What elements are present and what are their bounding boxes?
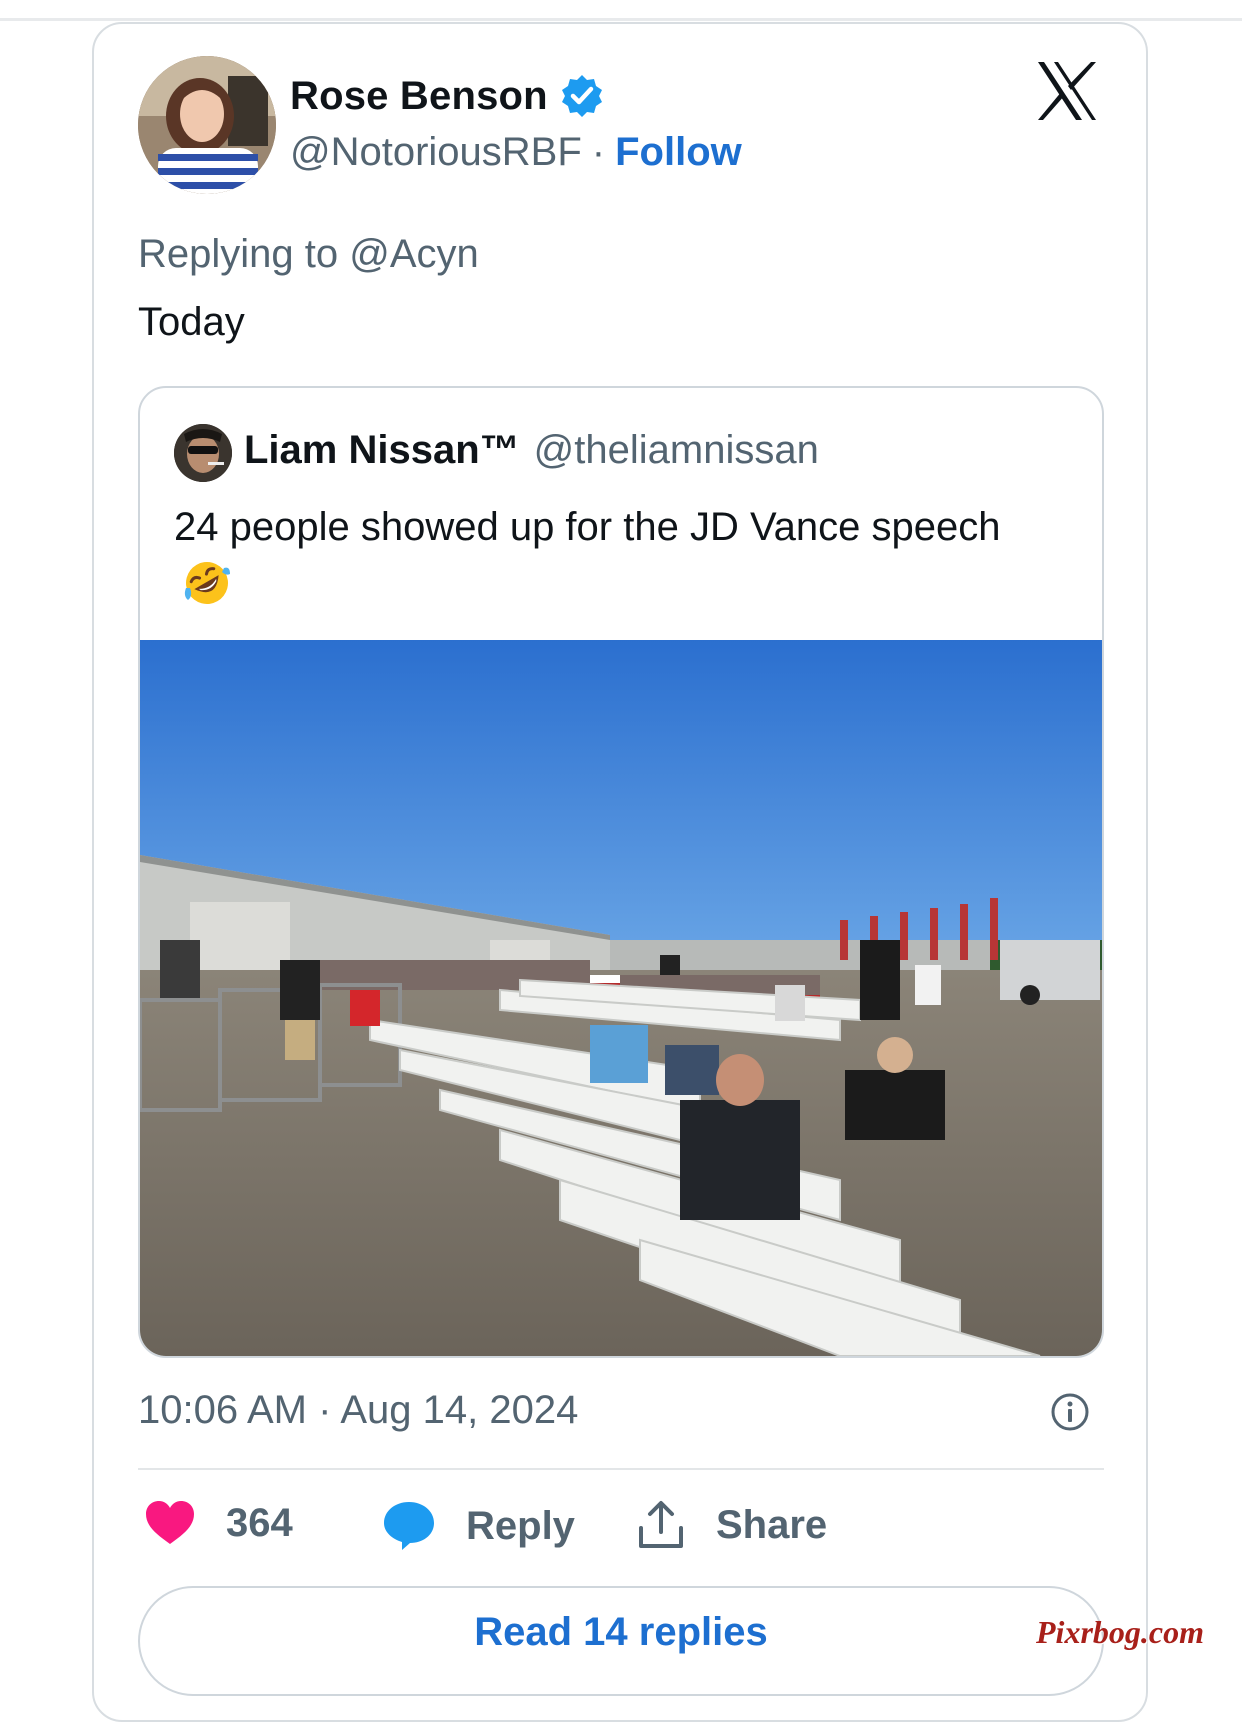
actions-divider <box>138 1468 1104 1470</box>
share-button[interactable]: Share <box>636 1500 827 1550</box>
tweet-text: Today <box>138 300 245 344</box>
author-avatar[interactable] <box>138 56 276 194</box>
quoted-tweet-photo[interactable] <box>140 640 1102 1356</box>
quoted-author-avatar[interactable] <box>174 424 232 482</box>
tweet-timestamp[interactable]: 10:06 AM · Aug 14, 2024 <box>138 1388 578 1433</box>
author-name[interactable]: Rose Benson <box>290 74 548 119</box>
verified-badge-icon <box>561 75 602 117</box>
reply-bubble-icon <box>384 1502 434 1550</box>
quoted-header: Liam Nissan™ @theliamnissan <box>244 428 819 473</box>
quoted-author-name[interactable]: Liam Nissan™ <box>244 428 520 473</box>
share-upload-icon <box>639 1501 683 1548</box>
reply-button[interactable]: Reply <box>382 1500 575 1552</box>
top-divider <box>0 18 1242 21</box>
actions-bar: 364 Reply Share <box>0 1500 1242 1560</box>
author-name-row: Rose Benson <box>290 72 606 120</box>
follow-button[interactable]: Follow <box>615 130 742 175</box>
like-count: 364 <box>226 1500 293 1545</box>
watermark-text: Pixrbog.com <box>1036 1614 1204 1650</box>
quoted-tweet-text-container: 24 people showed up for the JD Vance spe… <box>174 498 1054 614</box>
like-button[interactable]: 364 <box>144 1500 293 1546</box>
read-replies-button[interactable]: Read 14 replies <box>138 1586 1104 1696</box>
separator-dot: · <box>591 130 606 174</box>
quoted-tweet-text: 24 people showed up for the JD Vance spe… <box>174 505 1001 549</box>
author-handle[interactable]: @NotoriousRBF <box>290 130 582 175</box>
quoted-author-handle[interactable]: @theliamnissan <box>534 428 819 473</box>
x-logo-icon[interactable] <box>1034 58 1100 124</box>
read-replies-label: Read 14 replies <box>474 1610 768 1654</box>
replying-to-text[interactable]: Replying to @Acyn <box>138 232 479 277</box>
reply-label: Reply <box>466 1503 575 1548</box>
author-handle-row: @NotoriousRBF · Follow <box>290 130 742 175</box>
heart-icon <box>146 1501 194 1544</box>
rolling-on-floor-laughing-emoji-icon <box>184 562 230 604</box>
quoted-tweet[interactable]: Liam Nissan™ @theliamnissan 24 people sh… <box>138 386 1104 1358</box>
info-icon[interactable] <box>1050 1392 1090 1432</box>
share-label: Share <box>716 1502 828 1547</box>
